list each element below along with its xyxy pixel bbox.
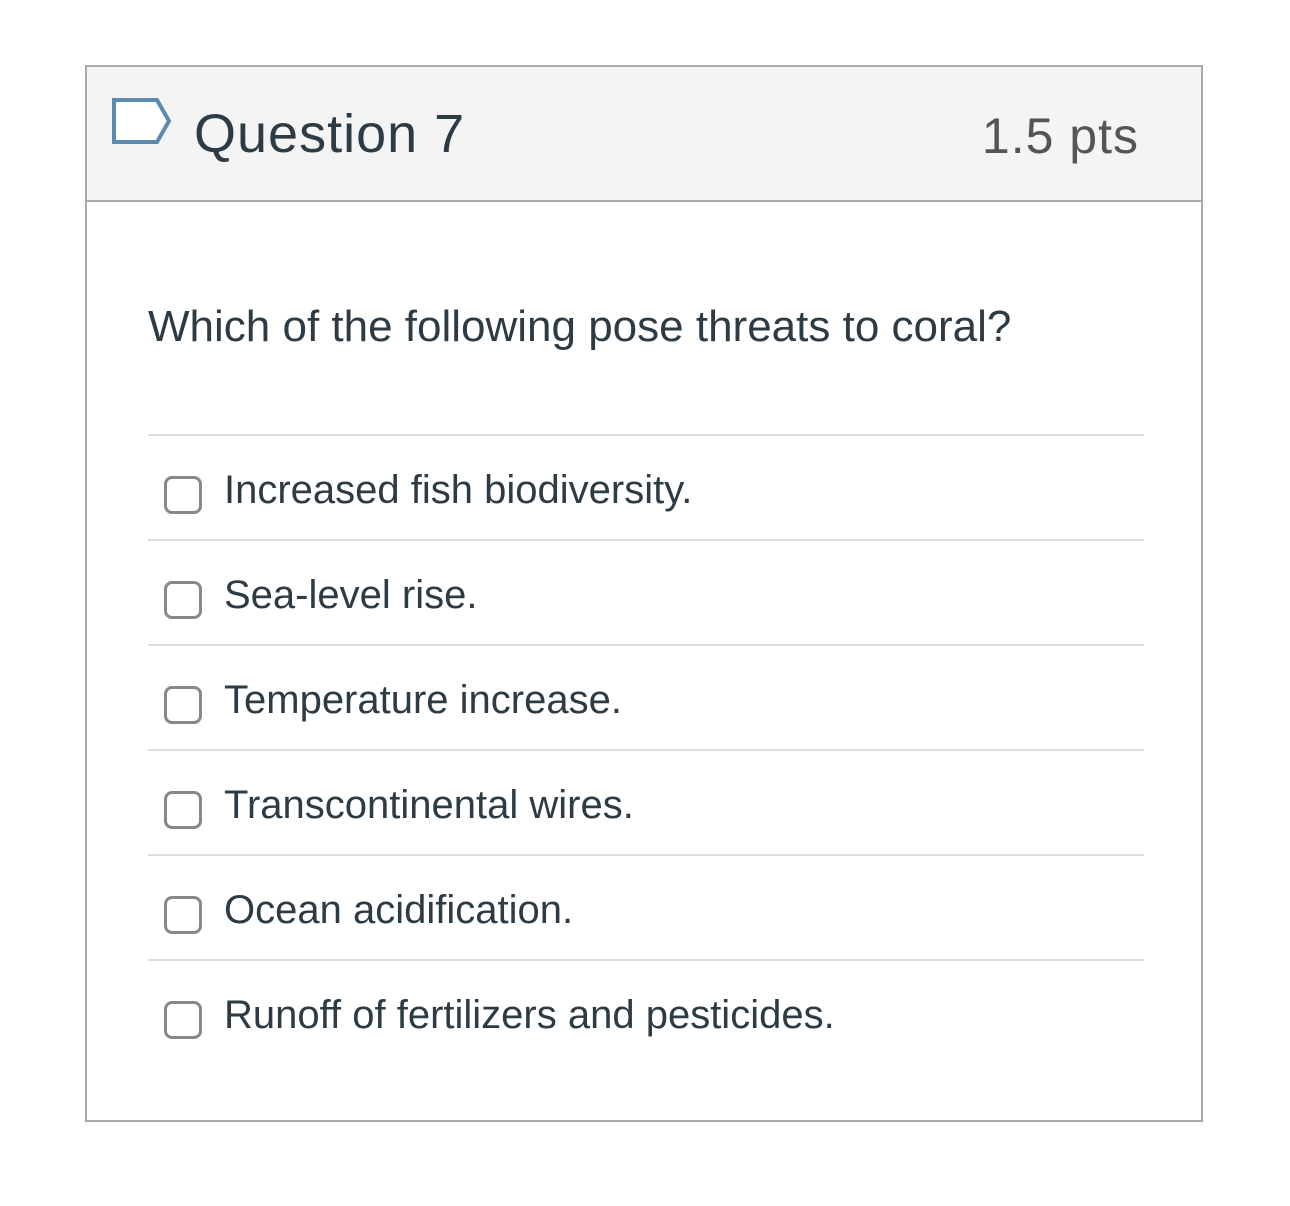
answer-option[interactable]: Runoff of fertilizers and pesticides. [148,959,1144,1064]
answer-checkbox[interactable] [164,896,202,934]
flag-icon[interactable] [111,97,173,149]
answer-option[interactable]: Increased fish biodiversity. [148,434,1144,539]
answer-label: Temperature increase. [224,678,622,722]
answer-label: Runoff of fertilizers and pesticides. [224,993,835,1037]
answer-checkbox[interactable] [164,791,202,829]
question-points: 1.5 pts [981,108,1139,164]
answer-checkbox[interactable] [164,1001,202,1039]
answer-label: Increased fish biodiversity. [224,468,693,512]
answer-list: Increased fish biodiversity. Sea-level r… [148,434,1144,1064]
answer-option[interactable]: Temperature increase. [148,644,1144,749]
answer-option[interactable]: Sea-level rise. [148,539,1144,644]
answer-checkbox[interactable] [164,581,202,619]
answer-checkbox[interactable] [164,476,202,514]
question-card: Question 7 1.5 pts Which of the followin… [85,65,1203,1122]
answer-label: Sea-level rise. [224,573,478,617]
answer-label: Transcontinental wires. [224,783,634,827]
question-header: Question 7 1.5 pts [87,67,1201,202]
answer-label: Ocean acidification. [224,888,574,932]
question-text: Which of the following pose threats to c… [148,302,1012,351]
answer-option[interactable]: Ocean acidification. [148,854,1144,959]
answer-checkbox[interactable] [164,686,202,724]
question-title: Question 7 [194,104,466,164]
answer-option[interactable]: Transcontinental wires. [148,749,1144,854]
